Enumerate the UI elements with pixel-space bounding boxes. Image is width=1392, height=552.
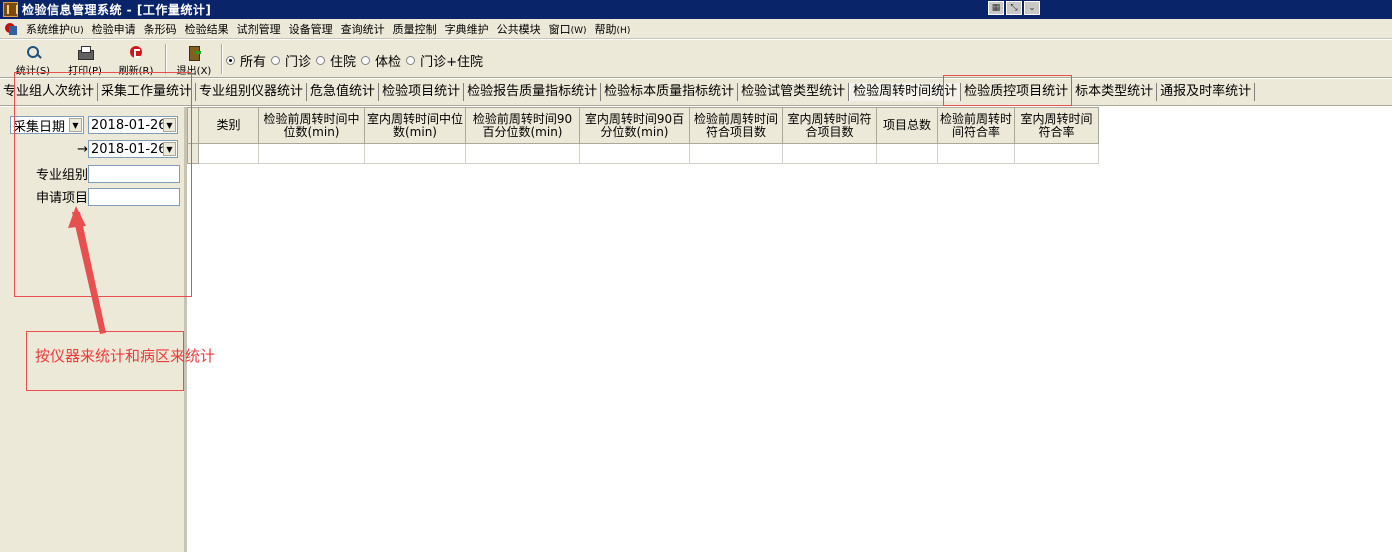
annotation-arrow-shaft	[72, 212, 106, 334]
annotation-arrow-head	[68, 206, 86, 228]
annotation-arrow	[68, 206, 106, 334]
annotation-text: 按仪器来统计和病区来统计	[35, 347, 216, 365]
